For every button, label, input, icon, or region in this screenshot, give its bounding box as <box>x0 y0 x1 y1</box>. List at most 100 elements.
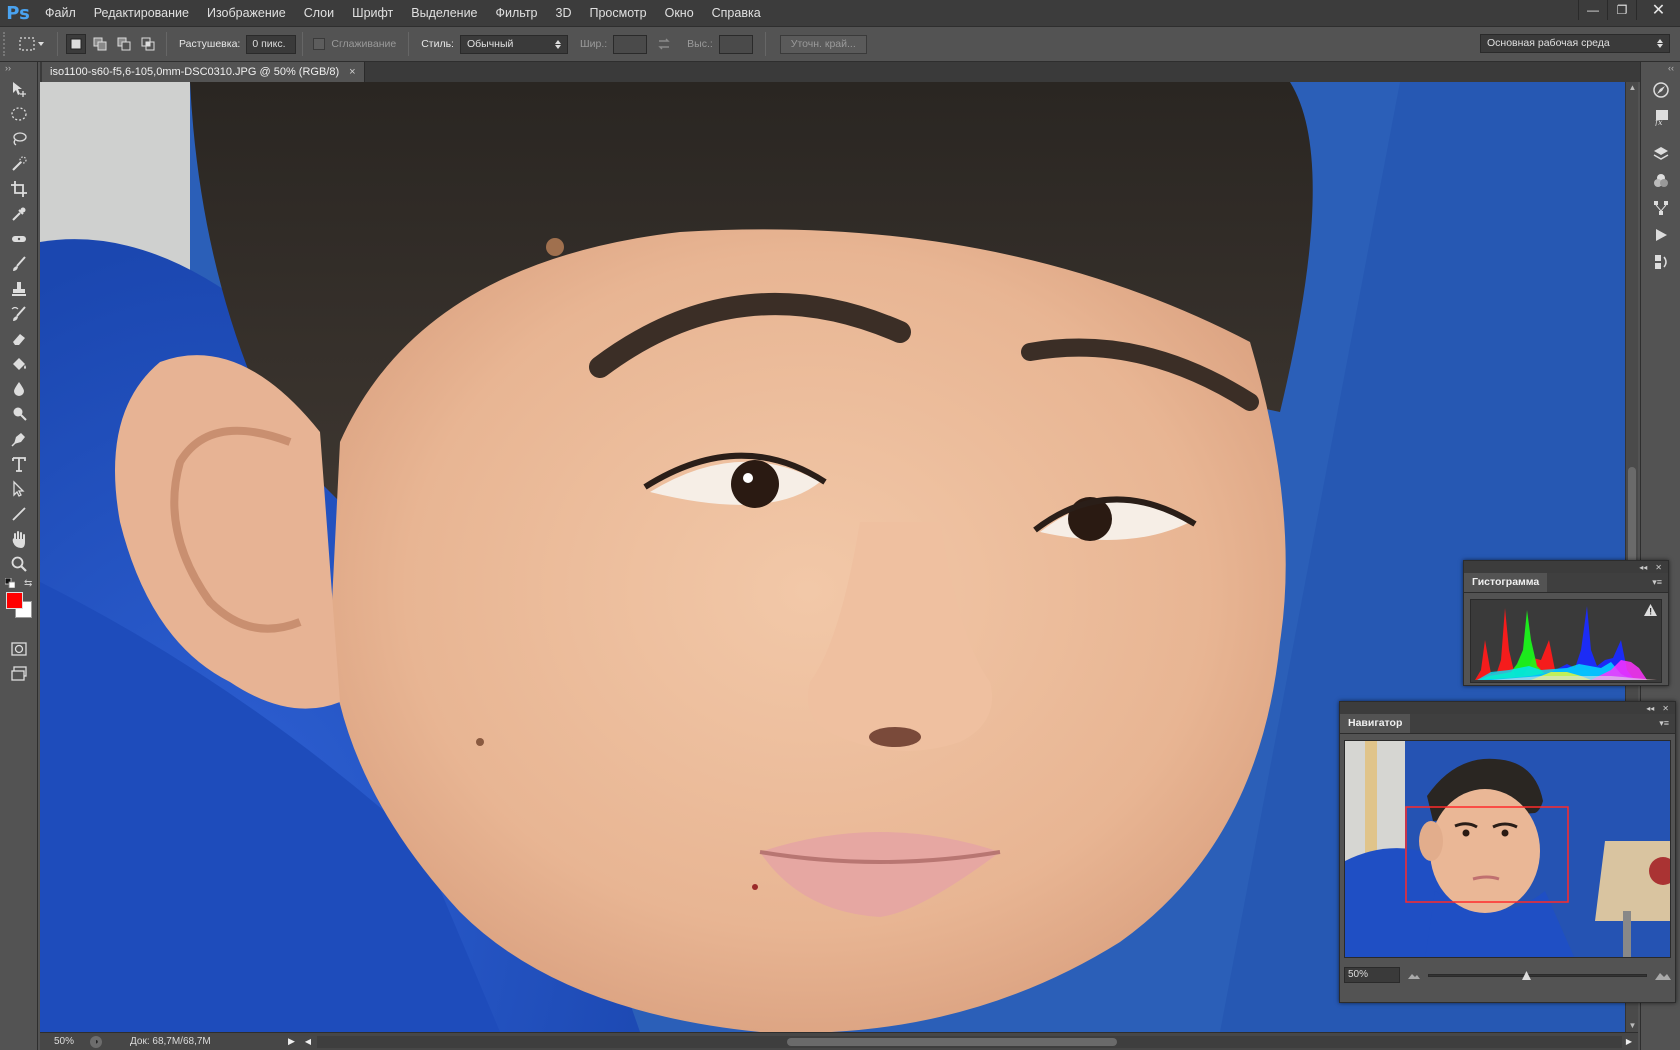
screen-mode-button[interactable] <box>0 661 38 686</box>
type-tool[interactable] <box>0 451 38 476</box>
dock-actions-button[interactable] <box>1641 221 1680 248</box>
dock-layers-button[interactable] <box>1641 140 1680 167</box>
menu-view[interactable]: Просмотр <box>581 0 656 26</box>
options-grip[interactable] <box>3 32 11 56</box>
panel-collapse-icon[interactable]: ◂◂ <box>1646 704 1654 713</box>
crop-tool[interactable] <box>0 176 38 201</box>
paint-bucket-tool[interactable] <box>0 351 38 376</box>
document-tab[interactable]: iso1100-s60-f5,6-105,0mm-DSC0310.JPG @ 5… <box>42 62 365 82</box>
status-info-icon[interactable]: ◑ <box>90 1035 102 1048</box>
path-selection-tool[interactable] <box>0 476 38 501</box>
menu-file[interactable]: Файл <box>36 0 85 26</box>
horizontal-scroll-thumb[interactable] <box>787 1037 1118 1046</box>
navigator-panel-titlebar[interactable]: ◂◂ ✕ <box>1340 702 1675 714</box>
width-input[interactable] <box>613 34 648 54</box>
minimize-button[interactable]: — <box>1578 0 1607 20</box>
panel-menu-icon[interactable]: ▾≡ <box>1659 718 1669 729</box>
refine-edge-button[interactable]: Уточн. край... <box>779 34 867 54</box>
feather-label: Растушевка: <box>179 38 241 50</box>
ellipse-marquee-icon <box>11 106 27 121</box>
panel-close-icon[interactable]: ✕ <box>1655 563 1662 572</box>
style-select[interactable]: Обычный <box>459 34 568 54</box>
menu-edit[interactable]: Редактирование <box>85 0 198 26</box>
default-colors-icon[interactable] <box>5 578 15 588</box>
blur-tool[interactable] <box>0 376 38 401</box>
dock-navigator-button[interactable] <box>1641 76 1680 103</box>
zoom-in-icon[interactable] <box>1655 970 1671 980</box>
slider-knob-icon[interactable] <box>1522 971 1531 980</box>
height-input[interactable] <box>718 34 753 54</box>
navigator-zoom-input[interactable]: 50% <box>1344 967 1400 983</box>
workspace-select[interactable]: Основная рабочая среда <box>1480 34 1670 53</box>
foreground-color[interactable] <box>6 592 23 609</box>
pen-tool[interactable] <box>0 426 38 451</box>
menu-select[interactable]: Выделение <box>402 0 486 26</box>
menu-help[interactable]: Справка <box>703 0 770 26</box>
clone-stamp-tool[interactable] <box>0 276 38 301</box>
close-button[interactable]: ✕ <box>1636 0 1680 20</box>
zoom-tool[interactable] <box>0 551 38 576</box>
elliptical-marquee-tool[interactable] <box>0 101 38 126</box>
swap-colors-icon[interactable]: ⇆ <box>24 578 32 589</box>
tab-navigator[interactable]: Навигатор <box>1340 714 1411 733</box>
histogram-panel-titlebar[interactable]: ◂◂ ✕ <box>1464 561 1668 573</box>
tool-preset-picker[interactable] <box>11 32 51 56</box>
brush-icon <box>13 255 26 271</box>
add-selection-button[interactable] <box>90 34 110 54</box>
close-tab-icon[interactable]: × <box>349 66 355 78</box>
intersect-selection-button[interactable] <box>138 34 158 54</box>
menu-window[interactable]: Окно <box>656 0 703 26</box>
subtract-selection-button[interactable] <box>114 34 134 54</box>
navigator-icon <box>1653 81 1669 98</box>
restore-button[interactable]: ❐ <box>1607 0 1636 20</box>
new-selection-button[interactable] <box>66 34 86 54</box>
scroll-right-icon[interactable]: ▶ <box>1626 1037 1632 1046</box>
spot-healing-tool[interactable] <box>0 226 38 251</box>
menu-filter[interactable]: Фильтр <box>487 0 547 26</box>
status-menu-arrow-icon[interactable]: ▶ <box>288 1036 295 1047</box>
zoom-out-icon[interactable] <box>1408 971 1420 979</box>
dock-collapse-icon[interactable]: ‹‹ <box>1641 62 1680 76</box>
navigator-thumbnail[interactable] <box>1344 740 1671 958</box>
eraser-tool[interactable] <box>0 326 38 351</box>
history-brush-tool[interactable] <box>0 301 38 326</box>
dock-styles-button[interactable]: fx <box>1641 103 1680 130</box>
antialias-checkbox[interactable] <box>313 38 326 50</box>
scroll-up-icon[interactable]: ▲ <box>1626 82 1639 94</box>
panel-menu-icon[interactable]: ▾≡ <box>1652 577 1662 588</box>
menu-type[interactable]: Шрифт <box>343 0 402 26</box>
panel-close-icon[interactable]: ✕ <box>1662 704 1669 713</box>
menu-3d[interactable]: 3D <box>547 0 581 26</box>
dodge-tool[interactable] <box>0 401 38 426</box>
quick-mask-button[interactable] <box>0 636 38 661</box>
style-select-value: Обычный <box>466 37 514 50</box>
scroll-left-icon[interactable]: ◀ <box>305 1037 311 1046</box>
panel-collapse-icon[interactable]: ◂◂ <box>1639 563 1647 572</box>
navigator-zoom-slider[interactable] <box>1428 967 1647 983</box>
scroll-down-icon[interactable]: ▼ <box>1626 1020 1639 1032</box>
tab-histogram[interactable]: Гистограмма <box>1464 573 1548 592</box>
brush-tool[interactable] <box>0 251 38 276</box>
dock-paths-button[interactable] <box>1641 194 1680 221</box>
menu-image[interactable]: Изображение <box>198 0 295 26</box>
status-zoom[interactable]: 50% <box>40 1036 82 1047</box>
swap-icon[interactable] <box>657 38 671 50</box>
menu-layers[interactable]: Слои <box>295 0 343 26</box>
feather-input[interactable]: 0 пикс. <box>246 34 297 54</box>
ps-logo[interactable]: Ps <box>0 0 36 26</box>
horizontal-scrollbar[interactable] <box>317 1035 1622 1048</box>
lasso-tool[interactable] <box>0 126 38 151</box>
move-tool[interactable] <box>0 76 38 101</box>
quick-selection-tool[interactable] <box>0 151 38 176</box>
updown-icon <box>1657 39 1663 48</box>
svg-text:fx: fx <box>1654 118 1663 126</box>
navigator-panel: ◂◂ ✕ Навигатор ▾≡ 50% <box>1339 701 1676 1003</box>
dock-channels-button[interactable] <box>1641 167 1680 194</box>
warning-icon[interactable] <box>1644 604 1657 616</box>
styles-icon: fx <box>1654 109 1668 126</box>
dock-history-button[interactable] <box>1641 248 1680 275</box>
tools-panel-collapse[interactable]: ›› <box>0 62 37 76</box>
eyedropper-tool[interactable] <box>0 201 38 226</box>
line-tool[interactable] <box>0 501 38 526</box>
hand-tool[interactable] <box>0 526 38 551</box>
